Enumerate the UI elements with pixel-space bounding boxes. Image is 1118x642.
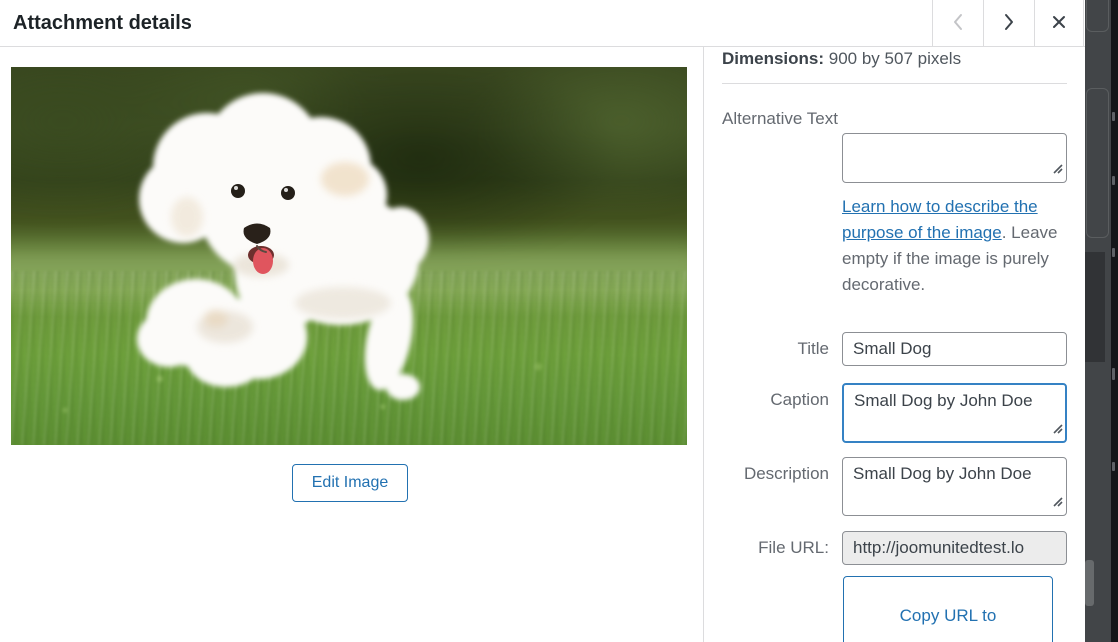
previous-attachment-button[interactable] [932, 0, 982, 46]
attachment-preview-image [11, 67, 687, 445]
description-label: Description [704, 464, 829, 484]
dimensions-label: Dimensions: [722, 49, 824, 68]
attachment-details-sidebar: Dimensions: 900 by 507 pixels Alternativ… [704, 46, 1085, 642]
chevron-left-icon [951, 12, 965, 35]
caption-input[interactable] [842, 383, 1067, 443]
close-icon [1051, 14, 1067, 33]
modal-title: Attachment details [13, 0, 192, 46]
sidebar-horizontal-rule [722, 83, 1067, 84]
dimmed-backdrop [1085, 0, 1112, 642]
backdrop-edge [1111, 0, 1118, 642]
modal-header: Attachment details [0, 0, 1085, 47]
dimensions-value: 900 by 507 pixels [829, 49, 961, 68]
backdrop-shape [1086, 88, 1109, 238]
file-url-input[interactable] [842, 531, 1067, 565]
backdrop-shape [1085, 560, 1094, 606]
edit-image-button[interactable]: Edit Image [292, 464, 408, 502]
chevron-right-icon [1002, 12, 1016, 35]
dog-illustration [11, 67, 687, 445]
description-input[interactable] [842, 457, 1067, 516]
backdrop-shape [1085, 252, 1105, 362]
backdrop-shape [1086, 0, 1109, 32]
next-attachment-button[interactable] [983, 0, 1033, 46]
alt-text-help: Learn how to describe the purpose of the… [842, 194, 1072, 298]
title-label: Title [704, 339, 829, 359]
alternative-text-input[interactable] [842, 133, 1067, 183]
file-url-label: File URL: [704, 538, 829, 558]
close-modal-button[interactable] [1034, 0, 1084, 46]
title-input[interactable] [842, 332, 1067, 366]
alternative-text-label: Alternative Text [722, 109, 838, 129]
dimensions-row: Dimensions: 900 by 507 pixels [722, 49, 961, 69]
media-modal: Attachment details [0, 0, 1118, 642]
caption-label: Caption [704, 390, 829, 410]
copy-url-button[interactable]: Copy URL to clipboard [843, 576, 1053, 642]
